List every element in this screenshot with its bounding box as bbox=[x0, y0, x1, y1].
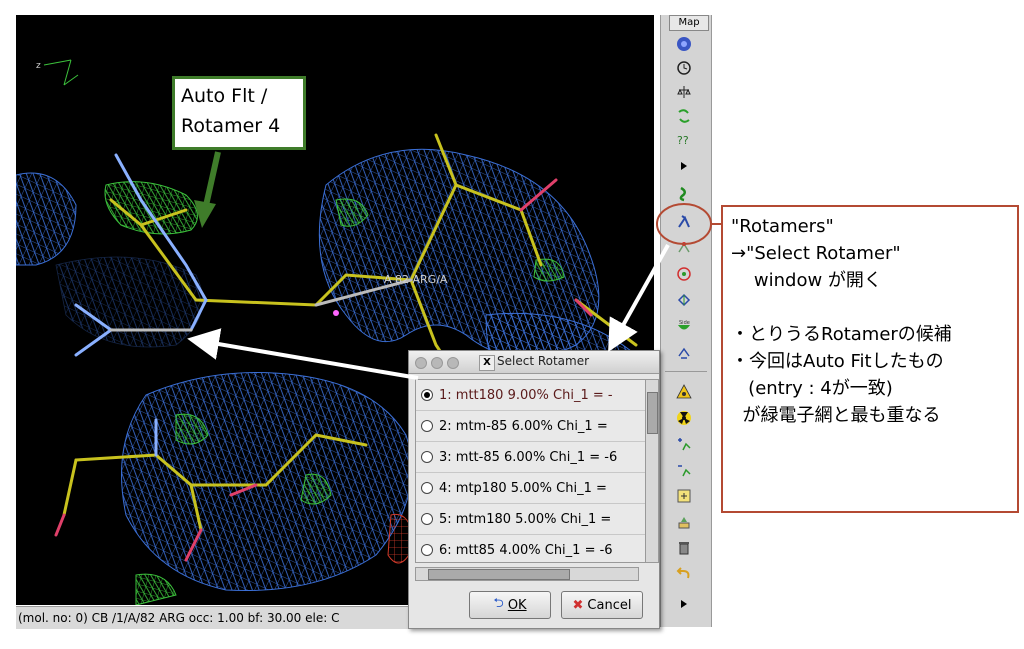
x11-icon: X bbox=[479, 355, 495, 371]
residue-label: A 82 ARG/A bbox=[384, 273, 448, 286]
rotamer-row[interactable]: 3: mtt-85 6.00% Chi_1 = -6 bbox=[416, 442, 646, 473]
ok-label: OK bbox=[507, 597, 527, 613]
bin-icon[interactable] bbox=[673, 537, 695, 559]
dialog-titlebar[interactable]: X Select Rotamer bbox=[409, 351, 659, 374]
globe-icon[interactable] bbox=[673, 33, 695, 55]
rotamer-row[interactable]: 6: mtt85 4.00% Chi_1 = -6 bbox=[416, 535, 646, 562]
delete-atom-icon[interactable] bbox=[673, 459, 695, 481]
rotamer-row[interactable]: 4: mtp180 5.00% Chi_1 = bbox=[416, 473, 646, 504]
radiation-icon[interactable] bbox=[673, 407, 695, 429]
radio-button[interactable] bbox=[421, 389, 433, 401]
cancel-label: Cancel bbox=[587, 597, 632, 613]
rotamer-label: 6: mtt85 4.00% Chi_1 = -6 bbox=[439, 542, 613, 558]
vertical-scrollbar[interactable] bbox=[645, 379, 659, 563]
radio-button[interactable] bbox=[421, 482, 433, 494]
radio-button[interactable] bbox=[421, 451, 433, 463]
dialog-title: Select Rotamer bbox=[497, 354, 590, 368]
radio-button[interactable] bbox=[421, 544, 433, 556]
autofit-callout: Auto Flt / Rotamer 4 bbox=[172, 76, 306, 150]
undo-icon[interactable] bbox=[673, 563, 695, 585]
balance-icon[interactable] bbox=[673, 81, 695, 103]
clock-icon[interactable] bbox=[673, 57, 695, 79]
callout-line bbox=[731, 294, 1009, 321]
cancel-button[interactable]: ✖ Cancel bbox=[561, 591, 643, 619]
more-arrow-icon[interactable] bbox=[673, 593, 695, 615]
callout-line: "Rotamers" bbox=[731, 216, 834, 237]
zoom-window-button[interactable] bbox=[447, 357, 459, 369]
callout-line: ・今回はAuto Fitしたもの bbox=[731, 351, 944, 372]
callout-line: Rotamer 4 bbox=[181, 115, 281, 137]
rotate-icon[interactable] bbox=[673, 105, 695, 127]
minimize-window-button[interactable] bbox=[431, 357, 443, 369]
axis-label: z bbox=[36, 61, 41, 71]
ok-icon: ⮌ bbox=[493, 596, 504, 611]
callout-line: ・とりうるRotamerの候補 bbox=[731, 324, 952, 345]
dna-icon[interactable] bbox=[673, 183, 695, 205]
cancel-icon: ✖ bbox=[572, 597, 584, 613]
bowl-icon[interactable]: Side bbox=[673, 315, 695, 337]
select-rotamer-dialog: X Select Rotamer 1: mtt180 9.00% Chi_1 =… bbox=[408, 350, 660, 629]
status-bar: (mol. no: 0) CB /1/A/82 ARG occ: 1.00 bf… bbox=[16, 606, 416, 629]
arrow-right-icon[interactable] bbox=[673, 155, 695, 177]
stack-icon[interactable] bbox=[673, 511, 695, 533]
target-icon[interactable] bbox=[673, 263, 695, 285]
rotamer-row[interactable]: 1: mtt180 9.00% Chi_1 = - bbox=[416, 380, 646, 411]
svg-text:Side: Side bbox=[679, 320, 690, 326]
rotamer-row[interactable]: 2: mtm-85 6.00% Chi_1 = bbox=[416, 411, 646, 442]
radio-button[interactable] bbox=[421, 513, 433, 525]
rotamer-label: 2: mtm-85 6.00% Chi_1 = bbox=[439, 418, 608, 434]
box-icon[interactable] bbox=[673, 485, 695, 507]
rotamer-label: 5: mtm180 5.00% Chi_1 = bbox=[439, 511, 612, 527]
rotamers-callout: "Rotamers" →"Select Rotamer" window が開く … bbox=[721, 205, 1019, 513]
ok-button[interactable]: ⮌ OK bbox=[469, 591, 551, 619]
rotamer-list: 1: mtt180 9.00% Chi_1 = - 2: mtm-85 6.00… bbox=[415, 379, 647, 563]
callout-line: →"Select Rotamer" bbox=[731, 243, 901, 264]
jump-icon[interactable] bbox=[673, 341, 695, 363]
rotamer-row[interactable]: 5: mtm180 5.00% Chi_1 = bbox=[416, 504, 646, 535]
rotamer-label: 1: mtt180 9.00% Chi_1 = - bbox=[439, 387, 613, 403]
callout-line: Auto Flt / bbox=[181, 85, 268, 107]
callout-line: が緑電子網と最も重なる bbox=[731, 405, 941, 426]
scrollbar-thumb[interactable] bbox=[428, 569, 570, 580]
torsion-icon[interactable] bbox=[673, 237, 695, 259]
rotamer-label: 4: mtp180 5.00% Chi_1 = bbox=[439, 480, 607, 496]
hazard-icon[interactable] bbox=[673, 381, 695, 403]
rotamers-icon[interactable] bbox=[673, 211, 695, 233]
radio-button[interactable] bbox=[421, 420, 433, 432]
add-atom-icon[interactable] bbox=[673, 433, 695, 455]
map-tab[interactable]: Map bbox=[669, 15, 709, 31]
question-icon[interactable]: ?? bbox=[673, 129, 695, 151]
close-window-button[interactable] bbox=[415, 357, 427, 369]
callout-line: (entry : 4が一致) bbox=[731, 378, 893, 399]
svg-text:??: ?? bbox=[677, 134, 689, 147]
fit-icon[interactable] bbox=[673, 289, 695, 311]
coot-toolbar: Map ?? Side bbox=[660, 15, 712, 627]
rotamer-label: 3: mtt-85 6.00% Chi_1 = -6 bbox=[439, 449, 618, 465]
horizontal-scrollbar[interactable] bbox=[415, 567, 639, 581]
callout-line: window が開く bbox=[731, 270, 882, 291]
scrollbar-thumb[interactable] bbox=[647, 392, 658, 434]
